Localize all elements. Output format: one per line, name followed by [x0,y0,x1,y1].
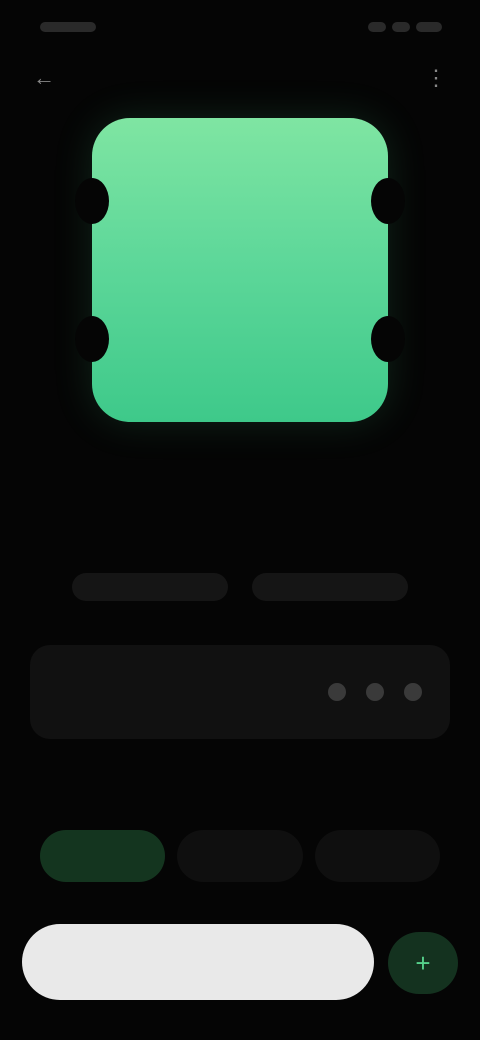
status-indicators [360,18,442,36]
art-notch [371,316,405,362]
meta-left-button[interactable] [72,573,228,601]
status-time-text [40,22,96,32]
segment-3[interactable] [314,830,440,882]
wifi-icon [392,22,410,32]
status-time [40,18,100,36]
signal-icon [368,22,386,32]
primary-action-button[interactable] [22,924,374,1000]
back-button[interactable]: ← [24,58,64,98]
cover-art [75,118,405,422]
art-notch [371,178,405,224]
art-notch [75,178,109,224]
fab-button[interactable]: + [388,932,458,994]
top-bar: ← ⋮ [0,58,480,98]
dot-icon[interactable] [328,683,346,701]
arrow-left-icon: ← [33,65,55,90]
plus-icon: + [415,947,431,978]
more-vertical-icon: ⋮ [425,65,447,90]
meta-right-button[interactable] [252,573,408,601]
meta-row [60,570,420,604]
segment-1[interactable] [40,830,166,882]
segment-2[interactable] [177,830,303,882]
status-bar [0,18,480,42]
more-button[interactable]: ⋮ [416,58,456,98]
dot-icon[interactable] [366,683,384,701]
options-card[interactable] [30,645,450,739]
art-notch [75,316,109,362]
dot-icon[interactable] [404,683,422,701]
segmented-control [40,830,440,882]
battery-icon [416,22,442,32]
card-dots [328,683,422,701]
